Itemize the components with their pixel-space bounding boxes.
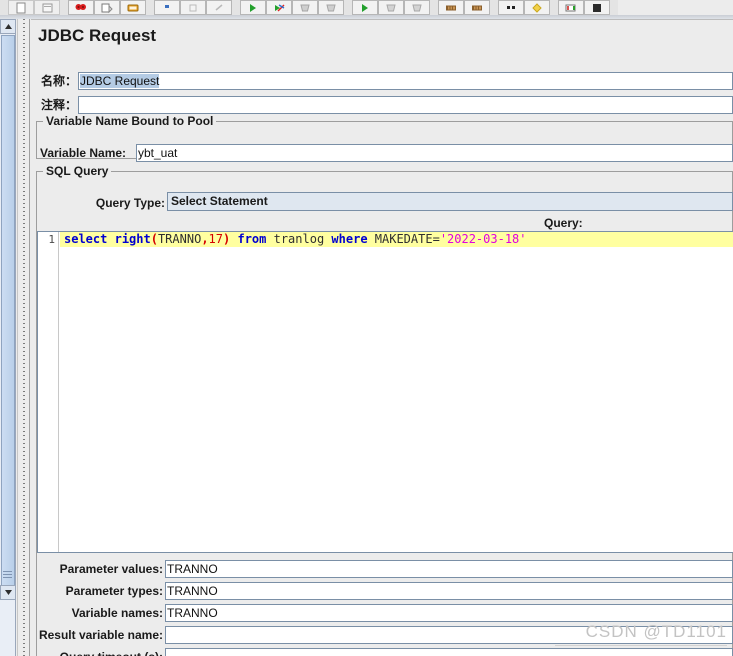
- save-icon[interactable]: [120, 0, 146, 15]
- scrollbar-grip: [3, 571, 12, 578]
- sql-token-1: [107, 232, 114, 246]
- expand-icon[interactable]: [240, 0, 266, 15]
- toolbar-separator: [0, 0, 8, 15]
- name-input[interactable]: JDBC Request: [78, 72, 733, 90]
- editor-code-line-1[interactable]: select right(TRANNO,17) from tranlog whe…: [60, 232, 733, 247]
- parameter-values-input[interactable]: TRANNO: [165, 560, 733, 578]
- toolbar-separator: [490, 0, 498, 15]
- variable-name-input[interactable]: ybt_uat: [136, 144, 733, 162]
- parameter-values-label: Parameter values:: [59, 562, 163, 576]
- sql-token-3: (: [150, 232, 158, 246]
- variable-names-value: TRANNO: [167, 606, 218, 620]
- toolbar-separator: [60, 0, 68, 15]
- jdbc-request-panel: JDBC Request 名称： JDBC Request 注释： Variab…: [31, 19, 733, 656]
- editor-line-number: 1: [48, 233, 55, 246]
- watermark-underline: [555, 645, 727, 646]
- variable-names-label: Variable names:: [71, 606, 163, 620]
- name-label: 名称：: [40, 74, 77, 88]
- scroll-up-arrow-icon[interactable]: [0, 19, 16, 34]
- query-timeout-input[interactable]: [165, 648, 733, 656]
- parameter-types-input[interactable]: TRANNO: [165, 582, 733, 600]
- sql-token-17: '2022-03-18': [439, 232, 527, 246]
- jmeter-jdbc-request-window: JDBC Request 名称： JDBC Request 注释： Variab…: [0, 0, 733, 656]
- shutdown-remote-icon[interactable]: [404, 0, 430, 15]
- stop-remote-icon[interactable]: [378, 0, 404, 15]
- sql-group-title: SQL Query: [43, 164, 112, 178]
- sql-token-13: where: [331, 232, 368, 246]
- sql-token-4: TRANNO: [157, 232, 202, 246]
- parameter-types-value: TRANNO: [167, 584, 218, 598]
- close-doc-icon[interactable]: [94, 0, 120, 15]
- sql-token-11: tranlog: [273, 232, 325, 246]
- collapse-icon[interactable]: [266, 0, 292, 15]
- sql-query-editor[interactable]: 1 select right(TRANNO,17) from tranlog w…: [37, 231, 733, 553]
- variable-name-value: ybt_uat: [138, 146, 178, 160]
- query-timeout-label: Query timeout (s):: [37, 648, 163, 656]
- sql-token-9: from: [237, 232, 267, 246]
- split-pane-divider[interactable]: [17, 19, 30, 656]
- scrollbar-thumb[interactable]: [1, 35, 15, 595]
- query-type-value: Select Statement: [171, 194, 268, 208]
- start-remote-icon[interactable]: [352, 0, 378, 15]
- query-type-select[interactable]: Select Statement: [167, 192, 733, 211]
- comment-input[interactable]: [78, 96, 733, 114]
- comment-label: 注释：: [40, 98, 77, 112]
- sql-token-6: 17: [208, 232, 223, 246]
- sql-token-15: MAKEDATE: [374, 232, 433, 246]
- parameter-values-value: TRANNO: [167, 562, 218, 576]
- sql-token-16: =: [432, 232, 440, 246]
- divider-grip-dots: [23, 19, 25, 656]
- toolbar-separator: [146, 0, 154, 15]
- open-icon[interactable]: [68, 0, 94, 15]
- toolbar-separator: [232, 0, 240, 15]
- sql-token-2: right: [114, 232, 151, 246]
- variable-names-input[interactable]: TRANNO: [165, 604, 733, 622]
- variable-name-label: Variable Name:: [40, 146, 127, 160]
- reset-search-icon[interactable]: [524, 0, 550, 15]
- paste-icon[interactable]: [206, 0, 232, 15]
- new-icon[interactable]: [8, 0, 34, 15]
- stop-icon[interactable]: [292, 0, 318, 15]
- cut-icon[interactable]: [154, 0, 180, 15]
- toolbar-separator: [610, 0, 618, 15]
- toolbar-separator: [344, 0, 352, 15]
- sql-token-5: ,: [201, 232, 209, 246]
- search-icon[interactable]: [498, 0, 524, 15]
- clear-all-icon[interactable]: [464, 0, 490, 15]
- result-variable-name-label: Result variable name:: [38, 628, 163, 642]
- query-type-label: Query Type:: [95, 196, 165, 210]
- clear-icon[interactable]: [438, 0, 464, 15]
- toolbar-separator: [430, 0, 438, 15]
- query-label: Query:: [544, 216, 583, 230]
- toolbar-separator: [550, 0, 558, 15]
- main-toolbar: [0, 0, 733, 16]
- sql-token-10: [266, 232, 273, 246]
- parameter-types-label: Parameter types:: [65, 584, 163, 598]
- name-input-value: JDBC Request: [80, 74, 160, 88]
- watermark: CSDN @TD1101: [585, 622, 727, 641]
- sql-token-14: [368, 232, 375, 246]
- editor-line-gutter: 1: [38, 232, 59, 552]
- scroll-down-arrow-icon[interactable]: [0, 585, 16, 600]
- shutdown-icon[interactable]: [318, 0, 344, 15]
- templates-icon[interactable]: [34, 0, 60, 15]
- function-helper-icon[interactable]: [558, 0, 584, 15]
- copy-icon[interactable]: [180, 0, 206, 15]
- help-icon[interactable]: [584, 0, 610, 15]
- sql-token-0: select: [64, 232, 108, 246]
- editor-code-area[interactable]: select right(TRANNO,17) from tranlog whe…: [60, 232, 733, 552]
- tree-vertical-scrollbar[interactable]: [0, 19, 16, 656]
- page-title: JDBC Request: [38, 26, 157, 45]
- pool-group-title: Variable Name Bound to Pool: [43, 114, 217, 128]
